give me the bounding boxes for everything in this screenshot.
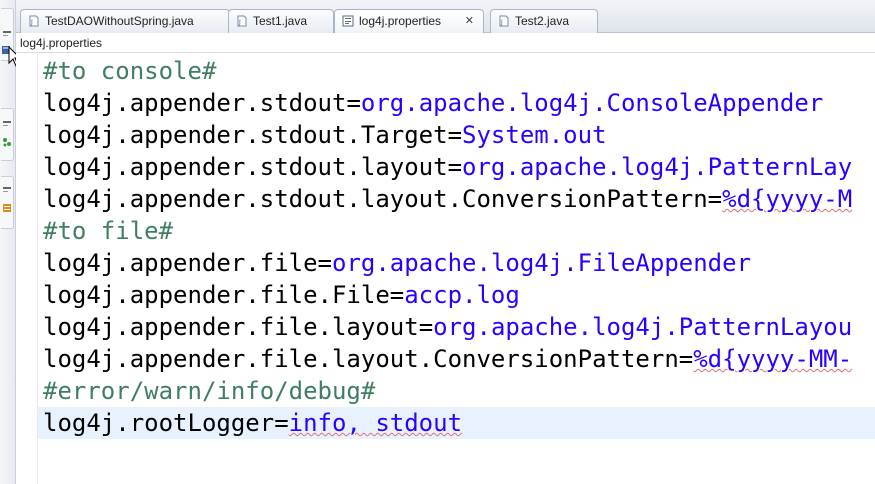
minimize-icon[interactable] [2,29,12,39]
code-line[interactable]: log4j.appender.stdout.layout=org.apache.… [43,151,852,183]
property-key: log4j.appender.stdout.layout [43,153,448,181]
tab-label: TestDAOWithoutSpring.java [45,14,194,28]
view-group-3 [1,176,14,229]
svg-text:J: J [30,19,33,26]
property-key: log4j.appender.stdout [43,89,347,117]
code-line[interactable]: log4j.rootLogger=info, stdout [43,407,462,439]
tab-label: Test1.java [253,14,308,28]
property-separator: = [447,121,463,149]
property-separator: = [389,281,405,309]
property-key: log4j.appender.stdout.layout.ConversionP… [43,185,708,213]
svg-text:J: J [500,19,503,26]
left-toolbar-strip [0,0,16,484]
code-line[interactable]: #to console# [43,55,216,87]
tab-label: log4j.properties [359,14,442,28]
view-group-2 [1,108,14,161]
property-value: info, stdout [288,409,463,437]
property-separator: = [707,185,723,213]
breadcrumb-file[interactable]: log4j.properties [20,36,102,50]
code-line[interactable]: log4j.appender.file.layout.ConversionPat… [43,343,852,375]
minimize-icon[interactable] [2,185,12,195]
tab-label: Test2.java [515,14,570,28]
code-line[interactable]: log4j.appender.stdout=org.apache.log4j.C… [43,87,823,119]
code-line[interactable]: #error/warn/info/debug# [43,375,375,407]
property-value: %d{yyyy-M [722,185,853,213]
tab-test2[interactable]: J Test2.java [490,9,598,33]
java-file-icon: J [237,15,247,27]
editor-gutter[interactable] [16,53,38,484]
code-line[interactable]: log4j.appender.stdout.Target=System.out [43,119,607,151]
property-value: org.apache.log4j.PatternLay [462,153,853,181]
code-line[interactable]: log4j.appender.file.File=accp.log [43,279,520,311]
property-value: System.out [462,121,607,149]
tab-test1[interactable]: J Test1.java [228,9,334,33]
code-line[interactable]: log4j.appender.file.layout=org.apache.lo… [43,311,852,343]
property-value: accp.log [404,281,520,309]
close-icon[interactable]: ✕ [465,10,474,32]
breadcrumb[interactable]: log4j.properties [16,33,875,53]
property-key: log4j.appender.file.layout.ConversionPat… [43,345,679,373]
comment-text: #error/warn/info/debug# [43,377,376,405]
code-line[interactable]: log4j.appender.stdout.layout.ConversionP… [43,183,852,215]
property-key: log4j.appender.file [43,249,318,277]
property-separator: = [346,89,361,117]
code-line[interactable]: #to file# [43,215,173,247]
minimize-icon[interactable] [2,119,12,129]
property-separator: = [274,409,289,437]
outline-icon[interactable] [2,137,12,147]
property-key: log4j.appender.file.layout [43,313,419,341]
problems-icon[interactable] [2,203,12,213]
property-separator: = [418,313,434,341]
comment-text: #to console# [43,57,217,85]
properties-editor[interactable]: #to console# log4j.appender.stdout=org.a… [16,53,875,484]
code-line[interactable]: log4j.appender.file=org.apache.log4j.Fil… [43,247,751,279]
comment-text: #to file# [43,217,174,245]
property-separator: = [447,153,463,181]
property-key: log4j.appender.stdout.Target [43,121,448,149]
property-value: org.apache.log4j.ConsoleAppender [360,89,824,117]
property-separator: = [317,249,332,277]
java-file-icon: J [29,15,39,27]
property-value: %d{yyyy-MM- [693,345,853,373]
tab-testdaowithoutspring[interactable]: J TestDAOWithoutSpring.java [20,9,230,33]
property-value: org.apache.log4j.PatternLayou [433,313,853,341]
property-separator: = [678,345,694,373]
property-key: log4j.rootLogger [43,409,275,437]
properties-file-icon [342,15,354,27]
tab-log4j-properties[interactable]: log4j.properties ✕ [334,9,484,34]
property-value: org.apache.log4j.FileAppender [332,249,752,277]
svg-text:J: J [238,19,241,26]
editor-tab-bar: J TestDAOWithoutSpring.java J Test1.java… [16,0,875,34]
property-key: log4j.appender.file.File [43,281,390,309]
java-file-icon: J [499,15,509,27]
